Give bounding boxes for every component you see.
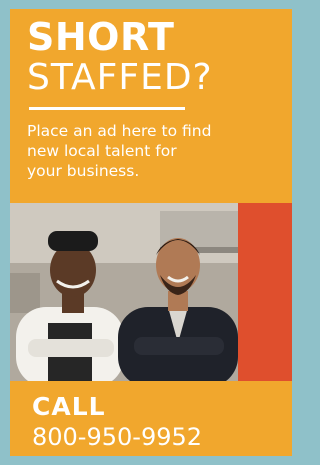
- phone-number[interactable]: 800-950-9952: [32, 423, 202, 451]
- ad-body-line-1: Place an ad here to find: [27, 122, 212, 140]
- ad-body-text: Place an ad here to find new local talen…: [27, 121, 277, 181]
- advertisement[interactable]: SHORT STAFFED? Place an ad here to find …: [10, 9, 292, 456]
- ad-body-line-3: your business.: [27, 162, 140, 180]
- headline-staffed: STAFFED?: [27, 57, 213, 98]
- staff-photo-illustration: [10, 203, 238, 381]
- divider: [29, 107, 185, 110]
- accent-bar: [238, 203, 292, 381]
- staff-photo: [10, 203, 238, 381]
- headline-short: SHORT: [27, 15, 175, 59]
- ad-body-line-2: new local talent for: [27, 142, 177, 160]
- call-label: CALL: [32, 392, 106, 421]
